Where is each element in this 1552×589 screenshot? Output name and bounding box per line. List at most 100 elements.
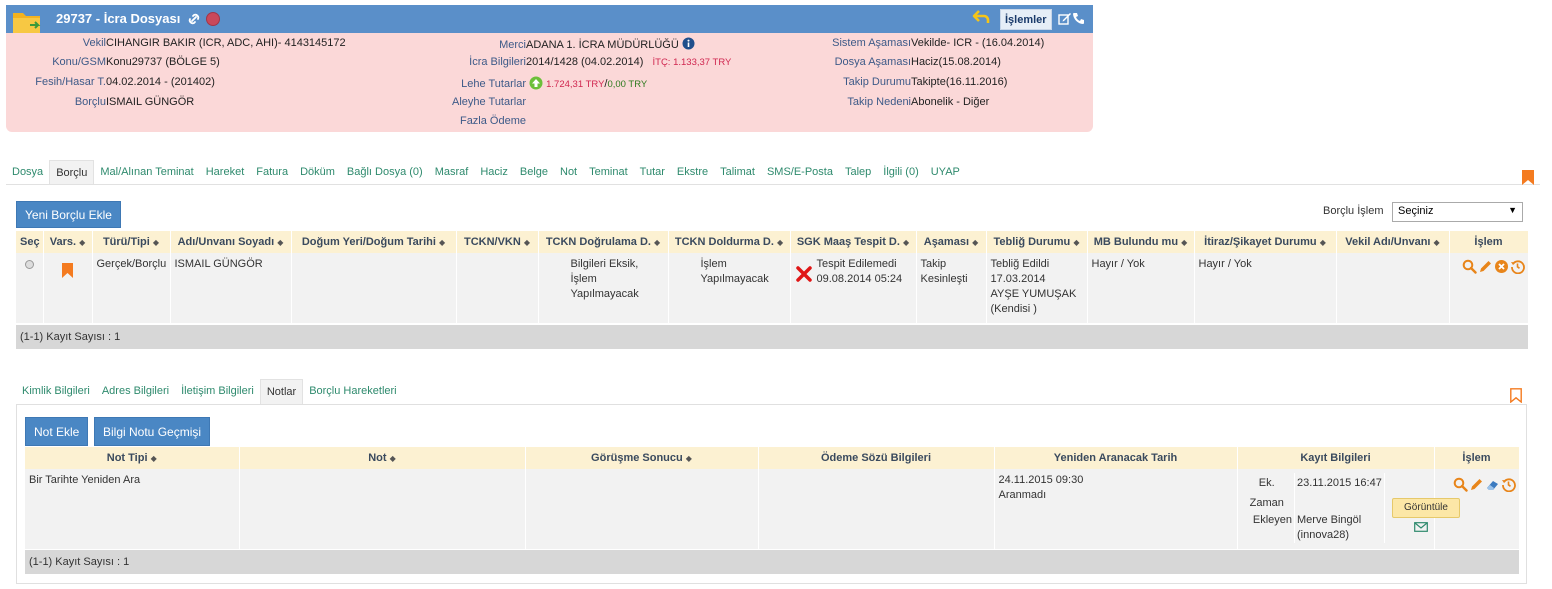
notes-table: Not Tipi ◆ Not ◆ Görüşme Sonucu ◆ Ödeme … — [25, 447, 1520, 549]
eraser-icon[interactable] — [1485, 477, 1500, 492]
pencil-icon[interactable] — [1478, 259, 1493, 274]
tab-fatura[interactable]: Fatura — [250, 160, 294, 185]
search-icon[interactable] — [1453, 477, 1468, 492]
table-row[interactable]: Gerçek/Borçlu ISMAIL GÜNGÖR Bilgileri Ek… — [16, 253, 1529, 323]
table-row[interactable]: Bir Tarihte Yeniden Ara 24.11.2015 09:30… — [25, 469, 1520, 549]
tab-dokum[interactable]: Döküm — [294, 160, 341, 185]
tab-divider — [6, 184, 1540, 185]
tab-ekstre[interactable]: Ekstre — [671, 160, 714, 185]
sort-icon: ◆ — [1433, 238, 1440, 247]
sort-icon: ◆ — [389, 454, 396, 463]
tab-dosya[interactable]: Dosya — [6, 160, 49, 185]
cell-itiraz: Hayır / Yok — [1194, 253, 1337, 323]
table-header-row: Seç Vars. ◆ Türü/Tipi ◆ Adı/Unvanı Soyad… — [16, 231, 1529, 253]
tab-bagli-dosya[interactable]: Bağlı Dosya (0) — [341, 160, 429, 185]
subtab-kimlik[interactable]: Kimlik Bilgileri — [16, 379, 96, 404]
tab-talep[interactable]: Talep — [839, 160, 877, 185]
borclu-islem-select[interactable]: Seçiniz ▼ — [1392, 202, 1523, 222]
sort-icon: ◆ — [1181, 238, 1188, 247]
subtab-hareketler[interactable]: Borçlu Hareketleri — [303, 379, 402, 404]
tab-teminat[interactable]: Teminat — [583, 160, 634, 185]
search-icon[interactable] — [1462, 259, 1477, 274]
subtab-iletisim[interactable]: İletişim Bilgileri — [175, 379, 260, 404]
sort-icon: ◆ — [1073, 238, 1080, 247]
col-tckn-dogrulama[interactable]: TCKN Doğrulama D. ◆ — [538, 231, 669, 253]
sistem-asamasi-field: Sistem AşamasıVekilde- ICR - (16.04.2014… — [832, 37, 1045, 49]
cell-dogrulama: Bilgileri Eksik, İşlem Yapılmayacak — [538, 253, 669, 323]
col-kayit: Kayıt Bilgileri — [1237, 447, 1435, 469]
borclu-footer: (1-1) Kayıt Sayısı : 1 — [16, 325, 1528, 349]
tab-tutar[interactable]: Tutar — [634, 160, 671, 185]
col-itiraz[interactable]: İtiraz/Şikayet Durumu ◆ — [1194, 231, 1337, 253]
sort-icon: ◆ — [277, 238, 284, 247]
col-odeme-sozu: Ödeme Sözü Bilgileri — [758, 447, 995, 469]
reply-back-icon[interactable] — [972, 9, 990, 25]
main-tabs: Dosya Borçlu Mal/Alınan Teminat Hareket Fatu… — [6, 160, 966, 185]
tab-belge[interactable]: Belge — [514, 160, 554, 185]
col-turu-tipi[interactable]: Türü/Tipi ◆ — [92, 231, 171, 253]
icra-bilgileri-field: İcra Bilgileri2014/1428 (04.02.2014) İTÇ… — [469, 56, 732, 68]
delete-circle-icon[interactable] — [1494, 259, 1509, 274]
col-not[interactable]: Not ◆ — [239, 447, 526, 469]
col-adi-unvani[interactable]: Adı/Unvanı Soyadı ◆ — [170, 231, 292, 253]
history-icon[interactable] — [1510, 259, 1525, 274]
bookmark-outline-icon[interactable] — [1510, 388, 1522, 403]
sort-icon: ◆ — [1319, 238, 1326, 247]
col-vekil[interactable]: Vekil Adı/Unvanı ◆ — [1336, 231, 1450, 253]
add-borclu-button[interactable]: Yeni Borçlu Ekle — [16, 201, 121, 228]
note-history-button[interactable]: Bilgi Notu Geçmişi — [94, 417, 211, 446]
col-asamasi[interactable]: Aşaması ◆ — [916, 231, 987, 253]
konu-gsm-field: Konu/GSMKonu29737 (BÖLGE 5) — [52, 56, 220, 68]
col-sgk[interactable]: SGK Maaş Tespit D. ◆ — [790, 231, 917, 253]
fazla-odeme-field: Fazla Ödeme — [459, 115, 526, 127]
sort-icon: ◆ — [654, 238, 661, 247]
phone-icon[interactable] — [1072, 12, 1085, 25]
cell-ad: ISMAIL GÜNGÖR — [170, 253, 292, 323]
col-teblig[interactable]: Tebliğ Durumu ◆ — [986, 231, 1088, 253]
sort-icon: ◆ — [523, 238, 531, 247]
borclu-subtabs: Kimlik Bilgileri Adres Bilgileri İletişim … — [16, 379, 403, 404]
col-vars[interactable]: Vars. ◆ — [43, 231, 93, 253]
tab-haciz[interactable]: Haciz — [474, 160, 514, 185]
sort-icon: ◆ — [438, 238, 446, 247]
tab-hareket[interactable]: Hareket — [200, 160, 251, 185]
sort-icon: ◆ — [776, 238, 784, 247]
bookmark-icon[interactable] — [62, 263, 73, 278]
tab-mal-alinan-teminat[interactable]: Mal/Alınan Teminat — [94, 160, 199, 185]
link-icon[interactable] — [187, 12, 201, 26]
history-icon[interactable] — [1501, 477, 1516, 492]
tab-ilgili[interactable]: İlgili (0) — [877, 160, 924, 185]
tab-masraf[interactable]: Masraf — [429, 160, 475, 185]
tab-borclu[interactable]: Borçlu — [49, 160, 95, 185]
dosya-asamasi-field: Dosya AşamasıHaciz(15.08.2014) — [834, 56, 1001, 68]
cell-mb: Hayır / Yok — [1087, 253, 1195, 323]
info-icon[interactable] — [682, 37, 695, 50]
cell-doldurma: İşlem Yapılmayacak — [668, 253, 791, 323]
takip-nedeni-field: Takip NedeniAbonelik - Diğer — [847, 96, 990, 108]
sort-icon: ◆ — [685, 454, 692, 463]
case-title: 29737 - İcra Dosyası — [56, 11, 181, 26]
mail-icon[interactable] — [1414, 522, 1428, 532]
pencil-icon[interactable] — [1469, 477, 1484, 492]
col-tckn-vkn[interactable]: TCKN/VKN ◆ — [456, 231, 539, 253]
select-radio[interactable] — [24, 260, 34, 269]
col-sec: Seç — [16, 231, 44, 253]
cell-not-tipi: Bir Tarihte Yeniden Ara — [25, 469, 240, 549]
tab-talimat[interactable]: Talimat — [714, 160, 761, 185]
edit-icon[interactable] — [1058, 12, 1072, 25]
add-note-button[interactable]: Not Ekle — [25, 417, 89, 446]
col-tckn-doldurma[interactable]: TCKN Doldurma D. ◆ — [668, 231, 791, 253]
col-dogum[interactable]: Doğum Yeri/Doğum Tarihi ◆ — [291, 231, 457, 253]
tab-sms-eposta[interactable]: SMS/E-Posta — [761, 160, 839, 185]
subtab-notlar[interactable]: Notlar — [259, 379, 304, 404]
subtab-adres[interactable]: Adres Bilgileri — [96, 379, 175, 404]
col-mb[interactable]: MB Bulundu mu ◆ — [1087, 231, 1195, 253]
col-islem: İşlem — [1449, 231, 1529, 253]
bookmark-icon[interactable] — [1522, 170, 1534, 185]
islemler-button[interactable]: İşlemler — [1000, 9, 1052, 30]
col-not-tipi[interactable]: Not Tipi ◆ — [25, 447, 240, 469]
tab-uyap[interactable]: UYAP — [925, 160, 966, 185]
col-aranacak: Yeniden Aranacak Tarih — [994, 447, 1238, 469]
tab-not[interactable]: Not — [554, 160, 583, 185]
col-gorusme[interactable]: Görüşme Sonucu ◆ — [525, 447, 759, 469]
